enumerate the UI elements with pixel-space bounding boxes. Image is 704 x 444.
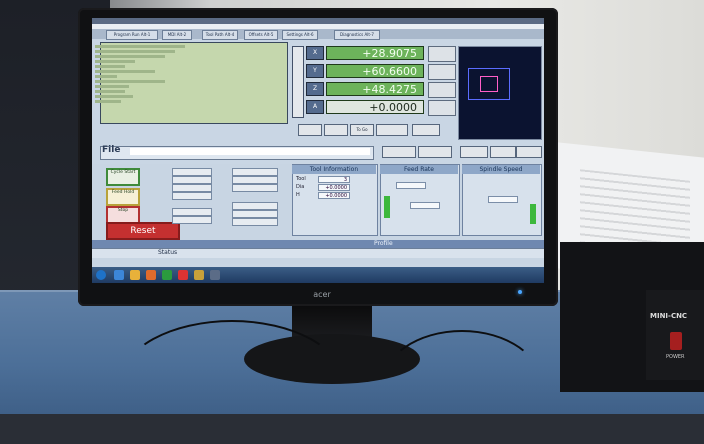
- regen-toolpath-button[interactable]: [460, 146, 488, 158]
- file-label: File: [102, 145, 121, 155]
- tool-information-panel: [292, 164, 378, 236]
- recent-file-button[interactable]: [172, 176, 212, 184]
- dwell-button[interactable]: [232, 218, 278, 226]
- gcode-line: [95, 60, 135, 63]
- gcode-line: [95, 75, 117, 78]
- gcode-line: [95, 50, 175, 53]
- file-path-field[interactable]: [130, 148, 370, 155]
- start-button-icon[interactable]: [96, 270, 106, 280]
- ie-icon[interactable]: [114, 270, 124, 280]
- media-icon[interactable]: [146, 270, 156, 280]
- cycle-start-button[interactable]: Cycle Start: [106, 168, 140, 186]
- mach3-icon[interactable]: [210, 270, 220, 280]
- status-label: Status: [158, 249, 178, 256]
- cable: [120, 320, 344, 444]
- monitor-brand-logo: acer: [313, 290, 331, 299]
- to-go-button[interactable]: To Go: [350, 124, 374, 136]
- app-icon[interactable]: [162, 270, 172, 280]
- dro-x-scale: [428, 46, 456, 62]
- gcode-line: [95, 95, 133, 98]
- gcode-line: [95, 70, 155, 73]
- gcode-line: [95, 85, 129, 88]
- profile-label: Profile: [374, 240, 393, 247]
- axis-x-zero-button[interactable]: X: [306, 46, 324, 60]
- tab-tool-path[interactable]: Tool Path Alt-4: [202, 30, 238, 40]
- tab-diagnostics[interactable]: Diagnostics Alt-7: [334, 30, 380, 40]
- reset-button[interactable]: Reset: [106, 222, 180, 240]
- dro-y[interactable]: +60.6600: [326, 64, 424, 78]
- gcode-line: [95, 65, 125, 68]
- feed-rate-panel: [380, 164, 460, 236]
- flood-button[interactable]: [232, 202, 278, 210]
- tool-h-field[interactable]: +0.0000: [318, 192, 350, 199]
- feed-hold-button[interactable]: Feed Hold: [106, 188, 140, 206]
- set-next-line-button[interactable]: [172, 208, 212, 216]
- feed-override-field[interactable]: [396, 182, 426, 189]
- feed-override-bar: [384, 196, 390, 218]
- power-label: POWER: [666, 354, 685, 360]
- h-label: H: [296, 192, 300, 198]
- feed-rate-title: Feed Rate: [380, 165, 458, 174]
- monitor-screen: Program Run Alt-1 MDI Alt-2 Tool Path Al…: [92, 18, 544, 283]
- gcode-line: [95, 55, 165, 58]
- dro-y-scale: [428, 64, 456, 80]
- axis-a-zero-button[interactable]: A: [306, 100, 324, 114]
- tool-dia-field[interactable]: +0.0000: [318, 184, 350, 191]
- spindle-override-bar: [530, 204, 536, 224]
- power-led-icon: [518, 290, 522, 294]
- tool-number-field[interactable]: 3: [318, 176, 350, 183]
- app-icon[interactable]: [194, 270, 204, 280]
- reverse-run-button[interactable]: [232, 184, 278, 192]
- gcode-line: [95, 90, 125, 93]
- single-block-button[interactable]: [232, 176, 278, 184]
- edit-gcode-button[interactable]: [172, 168, 212, 176]
- gcode-line: [95, 100, 121, 103]
- ref-all-home-button[interactable]: [292, 46, 304, 118]
- machine-coords-button[interactable]: [376, 124, 408, 136]
- tab-bar: [92, 29, 544, 39]
- soft-limits-button[interactable]: [412, 124, 440, 136]
- m1-optional-stop-button[interactable]: [232, 210, 278, 218]
- tab-program-run[interactable]: Program Run Alt-1: [106, 30, 158, 40]
- toolpath-shape: [480, 76, 498, 92]
- spindle-speed-title: Spindle Speed: [462, 165, 540, 174]
- axis-z-zero-button[interactable]: Z: [306, 82, 324, 96]
- goto-zero-button[interactable]: [324, 124, 348, 136]
- feed-units-field[interactable]: [410, 202, 440, 209]
- gcode-line: [95, 80, 165, 83]
- rewind-button[interactable]: [232, 168, 278, 176]
- load-wizards-button[interactable]: [382, 146, 416, 158]
- folder-icon[interactable]: [130, 270, 140, 280]
- display-mode-button[interactable]: [490, 146, 516, 158]
- load-gcode-button[interactable]: [172, 192, 212, 200]
- tool-information-title: Tool Information: [292, 165, 376, 174]
- tool-label: Tool: [296, 176, 306, 182]
- dia-label: Dia: [296, 184, 305, 190]
- tab-mdi[interactable]: MDI Alt-2: [162, 30, 192, 40]
- run-from-here-button[interactable]: [172, 216, 212, 224]
- jog-follow-button[interactable]: [516, 146, 542, 158]
- dro-z[interactable]: +48.4275: [326, 82, 424, 96]
- last-wizard-button[interactable]: [418, 146, 452, 158]
- dro-z-scale: [428, 82, 456, 98]
- close-gcode-button[interactable]: [172, 184, 212, 192]
- tab-offsets[interactable]: Offsets Alt-5: [244, 30, 278, 40]
- spindle-rpm-field[interactable]: [488, 196, 518, 203]
- dro-a[interactable]: +0.0000: [326, 100, 424, 114]
- gcode-line: [95, 45, 185, 48]
- app-icon[interactable]: [178, 270, 188, 280]
- dro-a-scale: [428, 100, 456, 116]
- power-switch[interactable]: [670, 332, 682, 350]
- windows-taskbar: [92, 267, 544, 283]
- axis-y-zero-button[interactable]: Y: [306, 64, 324, 78]
- cnc-box-label: MINI-CNC: [650, 312, 688, 320]
- cable: [380, 330, 544, 444]
- tab-settings[interactable]: Settings Alt-6: [282, 30, 318, 40]
- dro-x[interactable]: +28.9075: [326, 46, 424, 60]
- offline-button[interactable]: [298, 124, 322, 136]
